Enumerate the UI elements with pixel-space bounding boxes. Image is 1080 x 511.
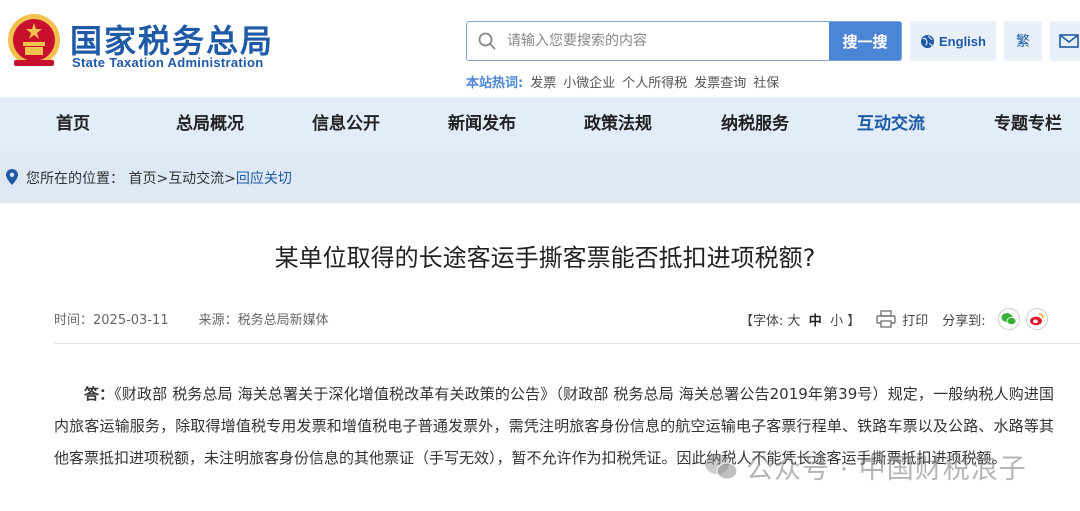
wechat-watermark-icon: [705, 453, 738, 479]
nav-item-overview[interactable]: 总局概况: [176, 97, 244, 151]
globe-icon: [920, 34, 935, 48]
nav-item-home[interactable]: 首页: [56, 97, 90, 151]
breadcrumb-home-link[interactable]: 首页: [128, 171, 156, 187]
main-nav: 首页 总局概况 信息公开 新闻发布 政策法规 纳税服务 互动交流 专题专栏: [0, 97, 1080, 151]
breadcrumb-separator: >: [156, 171, 169, 187]
weibo-share-icon[interactable]: [1025, 308, 1048, 330]
search-box: 搜一搜: [466, 21, 902, 61]
article-source: 来源：税务总局新媒体: [198, 313, 329, 328]
publish-time: 时间：2025-03-11: [54, 313, 169, 328]
nav-item-interaction[interactable]: 互动交流: [857, 97, 925, 151]
mail-icon: [1059, 34, 1079, 48]
breadcrumb-section-link[interactable]: 互动交流: [168, 171, 224, 187]
breadcrumb-separator: >: [224, 171, 236, 187]
national-emblem-icon[interactable]: [6, 12, 62, 70]
hot-word-link[interactable]: 小微企业: [563, 72, 615, 91]
nav-item-news[interactable]: 新闻发布: [448, 97, 516, 151]
nav-item-tax-service[interactable]: 纳税服务: [721, 97, 789, 151]
hot-words: 本站热词: 发票 小微企业 个人所得税 发票查询 社保: [466, 72, 779, 91]
hot-word-link[interactable]: 个人所得税: [622, 72, 687, 91]
hot-words-label: 本站热词:: [466, 76, 524, 91]
font-size-suffix: 】: [847, 313, 861, 329]
site-logo-subtitle[interactable]: State Taxation Administration: [72, 55, 263, 70]
mail-button[interactable]: [1050, 21, 1080, 61]
font-size-small[interactable]: 小: [830, 314, 843, 329]
font-size-control: 【字体: 大 中 小 】: [740, 310, 860, 329]
breadcrumb: 您所在的位置： 首页>互动交流>回应关切: [26, 168, 292, 188]
hot-word-link[interactable]: 发票: [530, 72, 556, 91]
search-button[interactable]: 搜一搜: [829, 22, 901, 60]
printer-icon[interactable]: [876, 310, 896, 328]
english-button[interactable]: English: [910, 21, 996, 61]
article-tools: 【字体: 大 中 小 】 打印 分享到:: [740, 308, 1048, 330]
nav-item-special-topics[interactable]: 专题专栏: [994, 97, 1062, 151]
breadcrumb-current[interactable]: 回应关切: [236, 171, 292, 187]
font-size-prefix: 【字体:: [740, 313, 788, 329]
share-label: 分享到:: [942, 313, 986, 329]
font-size-medium[interactable]: 中: [809, 314, 822, 329]
nav-item-info-disclosure[interactable]: 信息公开: [312, 97, 380, 151]
watermark-text: 公众号 · 中国财税浪子: [746, 454, 1027, 485]
meta-divider: [54, 343, 1080, 344]
hot-word-link[interactable]: 社保: [753, 72, 779, 91]
hot-word-link[interactable]: 发票查询: [694, 72, 746, 91]
english-label: English: [939, 33, 986, 49]
breadcrumb-prefix: 您所在的位置：: [26, 171, 124, 187]
font-size-large[interactable]: 大: [788, 314, 801, 329]
article-meta: 时间：2025-03-11 来源：税务总局新媒体: [54, 309, 329, 328]
print-button[interactable]: 打印: [902, 310, 928, 329]
traditional-chinese-button[interactable]: 繁: [1004, 21, 1042, 61]
location-pin-icon: [6, 169, 18, 185]
search-input[interactable]: [507, 22, 827, 60]
wechat-share-icon[interactable]: [997, 308, 1020, 330]
watermark: 公众号 · 中国财税浪子: [704, 447, 1027, 486]
site-header: 国家税务总局 State Taxation Administration 搜一搜…: [0, 0, 1080, 97]
search-icon: [478, 32, 496, 50]
answer-label: 答：: [84, 385, 115, 403]
nav-item-policy[interactable]: 政策法规: [584, 97, 652, 151]
article-title: 某单位取得的长途客运手撕客票能否抵扣进项税额?: [274, 244, 816, 272]
